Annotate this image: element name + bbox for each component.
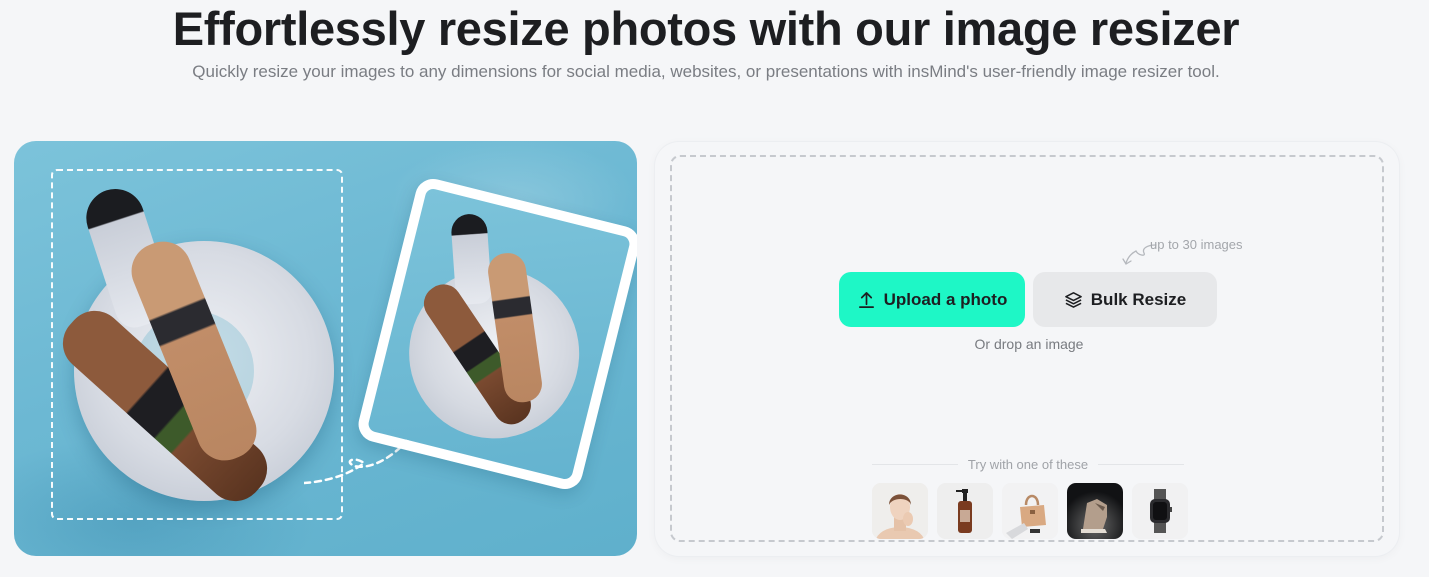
sample-cosmetic-bottle[interactable] [937,483,993,539]
sample-images [872,483,1188,539]
sample-smartwatch[interactable] [1132,483,1188,539]
smartwatch-thumbnail [1132,483,1188,539]
page-subtitle: Quickly resize your images to any dimens… [192,62,1220,81]
crop-frame-dashed [51,169,343,520]
drop-image-text: Or drop an image [974,336,1084,352]
cosmetic-bottle-thumbnail [937,483,993,539]
handbag-thumbnail [1002,483,1058,539]
sample-sneaker[interactable] [1067,483,1123,539]
bulk-resize-label: Bulk Resize [1090,289,1187,309]
sample-woman-portrait[interactable] [872,483,928,539]
image-resizer-page: Effortlessly resize photos with our imag… [0,0,1429,577]
sneaker-thumbnail [1067,483,1123,539]
woman-portrait-thumbnail [872,483,928,539]
image-drop-zone[interactable]: up to 30 images Upload a photo Bulk Resi… [670,155,1384,542]
page-title: Effortlessly resize photos with our imag… [172,2,1240,55]
samples-header: Try with one of these [872,457,1184,472]
upload-photo-button[interactable]: Upload a photo [839,272,1025,327]
bulk-resize-button[interactable]: Bulk Resize [1033,272,1217,327]
sample-handbag[interactable] [1002,483,1058,539]
upload-photo-label: Upload a photo [883,289,1008,309]
samples-label: Try with one of these [967,457,1089,472]
layers-icon [1064,292,1082,308]
upload-icon [858,291,874,308]
divider [1098,464,1184,465]
resized-photo-card [354,175,637,493]
divider [872,464,958,465]
upload-panel: up to 30 images Upload a photo Bulk Resi… [655,142,1399,556]
bulk-limit-hint: up to 30 images [1150,237,1243,252]
resize-illustration [14,141,637,556]
